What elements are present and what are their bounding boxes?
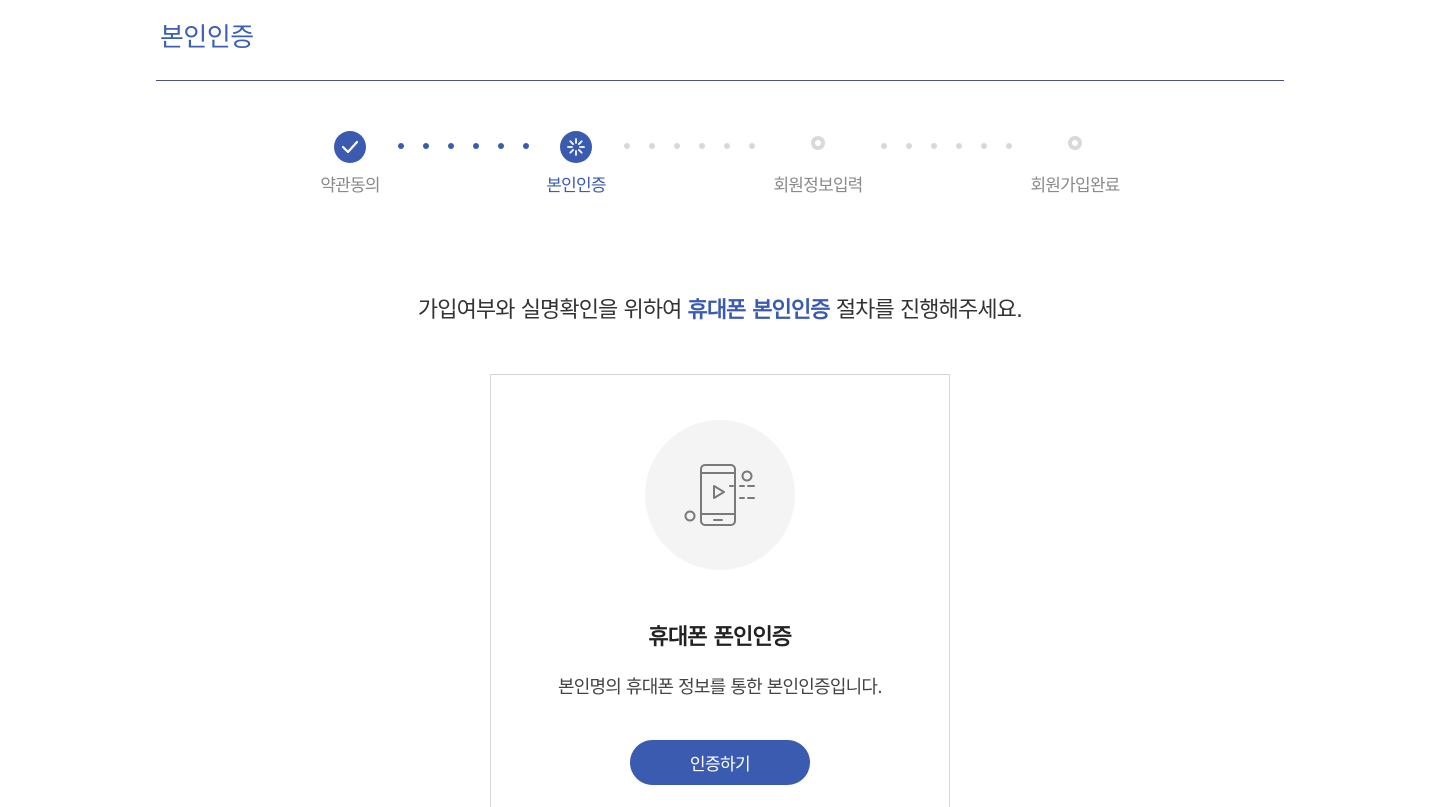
signup-stepper: 약관동의 본인인증 회원정보입력 회원가입완료 xyxy=(0,0,1440,210)
loading-spinner-icon xyxy=(560,131,592,163)
step-connector-dot xyxy=(906,143,912,149)
mobile-phone-verification-icon xyxy=(645,420,795,570)
card-description: 본인명의 휴대폰 정보를 통한 본인인증입니다. xyxy=(557,677,883,698)
message-highlight: 휴대폰 본인인증 xyxy=(687,298,831,323)
step-connector-dot xyxy=(981,143,987,149)
step-signup-complete: 회원가입완료 xyxy=(995,129,1155,196)
step-connector-dot xyxy=(956,143,962,149)
step-connector-dot xyxy=(724,143,730,149)
step-label: 약관동의 xyxy=(320,176,380,196)
step-label: 회원정보입력 xyxy=(773,176,863,196)
step-identity-verification: 본인인증 xyxy=(496,129,656,196)
step-label: 회원가입완료 xyxy=(1030,176,1120,196)
check-icon xyxy=(334,131,366,163)
message-prefix: 가입여부와 실명확인을 위하여 xyxy=(417,298,688,323)
step-member-info: 회원정보입력 xyxy=(738,129,898,196)
instruction-message: 가입여부와 실명확인을 위하여 휴대폰 본인인증 절차를 진행해주세요. xyxy=(0,292,1440,324)
step-label: 본인인증 xyxy=(546,176,606,196)
pending-dot-icon xyxy=(811,136,825,150)
step-connector-dot xyxy=(674,143,680,149)
message-suffix: 절차를 진행해주세요. xyxy=(829,298,1023,323)
verify-button[interactable]: 인증하기 xyxy=(630,740,810,785)
card-title: 휴대폰 폰인인증 xyxy=(648,625,793,650)
page: 본인인증 약관동의 본인인증 회원정보입력 회원가입완료 가입여부와 실명확인을… xyxy=(0,0,1440,807)
pending-dot-icon xyxy=(1068,136,1082,150)
step-connector-dot xyxy=(448,143,454,149)
step-connector-dot xyxy=(699,143,705,149)
step-connector-dot xyxy=(931,143,937,149)
step-terms-agreement: 약관동의 xyxy=(270,129,430,196)
phone-verification-card: 휴대폰 폰인인증 본인명의 휴대폰 정보를 통한 본인인증입니다. 인증하기 xyxy=(490,374,950,807)
step-connector-dot xyxy=(473,143,479,149)
